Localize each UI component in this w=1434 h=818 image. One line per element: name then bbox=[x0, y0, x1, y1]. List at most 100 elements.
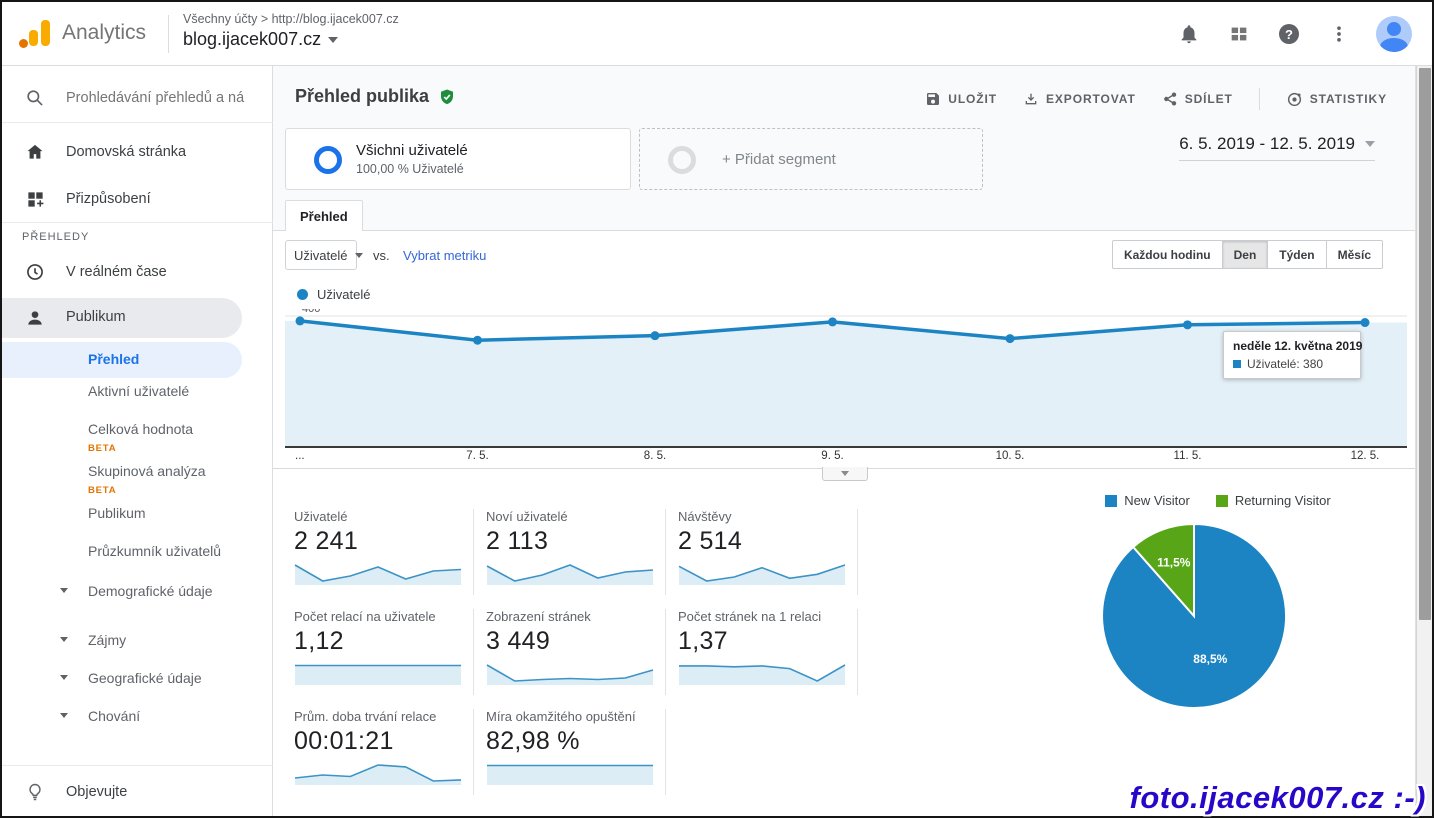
granularity-hourly-button[interactable]: Každou hodinu bbox=[1112, 240, 1223, 269]
search-input[interactable] bbox=[66, 78, 256, 118]
tooltip-value: Uživatelé: 380 bbox=[1247, 357, 1323, 371]
search-icon bbox=[24, 87, 46, 109]
sidebar-subitem[interactable]: Chování bbox=[2, 708, 242, 725]
sidebar-item-realtime[interactable]: V reálném čase bbox=[2, 252, 273, 292]
property-selector[interactable]: blog.ijacek007.cz bbox=[183, 29, 338, 50]
users-line-chart[interactable]: 200400...7. 5.8. 5.9. 5.10. 5.11. 5.12. … bbox=[285, 309, 1407, 462]
metric-card[interactable]: Návštěvy2 514 bbox=[678, 509, 858, 595]
metric-label: Míra okamžitého opuštění bbox=[486, 709, 655, 724]
pie-legend: New Visitor Returning Visitor bbox=[1043, 493, 1393, 508]
sidebar-subitem[interactable]: Geografické údaje bbox=[2, 670, 242, 687]
sidebar-subitem-label: Publikum bbox=[88, 505, 146, 521]
metric-card[interactable]: Noví uživatelé2 113 bbox=[486, 509, 666, 595]
insights-button[interactable]: STATISTIKY bbox=[1286, 91, 1387, 108]
sidebar-subitem[interactable]: Zájmy bbox=[2, 632, 242, 649]
lightbulb-icon bbox=[24, 781, 46, 803]
metric-card[interactable]: Uživatelé2 241 bbox=[294, 509, 474, 595]
save-button[interactable]: ULOŽIT bbox=[925, 91, 997, 107]
sidebar-subitem[interactable]: Průzkumník uživatelů bbox=[2, 543, 242, 560]
granularity-day-button[interactable]: Den bbox=[1222, 240, 1269, 269]
metric-select-value: Uživatelé bbox=[294, 248, 347, 263]
vertical-scrollbar bbox=[1416, 66, 1432, 816]
visitor-type-pie-chart[interactable]: 88,5%11,5% bbox=[1094, 516, 1294, 716]
sidebar-subitem[interactable]: Přehled bbox=[2, 342, 242, 378]
expand-caret-icon[interactable] bbox=[60, 675, 68, 680]
sidebar-item-label: Přizpůsobení bbox=[66, 191, 151, 207]
segment-all-users[interactable]: Všichni uživatelé 100,00 % Uživatelé bbox=[285, 128, 631, 190]
expand-caret-icon[interactable] bbox=[60, 588, 68, 593]
sidebar-item-label: V reálném čase bbox=[66, 264, 167, 280]
sidebar-subitem[interactable]: Publikum bbox=[2, 505, 242, 522]
avatar[interactable] bbox=[1376, 16, 1412, 52]
sidebar-subitem[interactable]: Aktivní uživatelé bbox=[2, 383, 242, 400]
verified-shield-icon bbox=[438, 88, 456, 106]
expand-caret-icon[interactable] bbox=[60, 713, 68, 718]
sidebar-subitem[interactable]: Skupinová analýzaBETA bbox=[2, 463, 242, 499]
sidebar-item-discover[interactable]: Objevujte bbox=[2, 772, 273, 812]
page-title: Přehled publika bbox=[295, 86, 429, 107]
product-name: Analytics bbox=[62, 21, 146, 45]
add-segment-button[interactable]: + Přidat segment bbox=[639, 128, 983, 190]
metric-card[interactable]: Zobrazení stránek3 449 bbox=[486, 609, 666, 695]
legend-returning-visitor: Returning Visitor bbox=[1216, 493, 1331, 508]
save-icon bbox=[925, 91, 941, 107]
customization-icon bbox=[24, 188, 46, 210]
sidebar-subitem-label: Zájmy bbox=[88, 632, 126, 648]
date-range-selector[interactable]: 6. 5. 2019 - 12. 5. 2019 bbox=[1179, 134, 1375, 161]
add-segment-label: + Přidat segment bbox=[722, 151, 836, 168]
svg-text:?: ? bbox=[1285, 27, 1293, 42]
search-bar[interactable] bbox=[2, 78, 273, 118]
axis-expand-button[interactable] bbox=[822, 467, 868, 481]
metric-sparkline bbox=[486, 559, 654, 585]
segment-ring-icon bbox=[314, 146, 342, 174]
chart-tooltip: neděle 12. května 2019 Uživatelé: 380 bbox=[1223, 331, 1361, 379]
metric-value: 2 514 bbox=[678, 527, 847, 556]
expand-caret-icon[interactable] bbox=[60, 637, 68, 642]
metric-card[interactable]: Počet stránek na 1 relaci1,37 bbox=[678, 609, 858, 695]
sidebar-subitem[interactable]: Celková hodnotaBETA bbox=[2, 421, 242, 457]
metric-value: 1,12 bbox=[294, 627, 463, 656]
metric-card[interactable]: Počet relací na uživatele1,12 bbox=[294, 609, 474, 695]
google-apps-grid-icon[interactable] bbox=[1226, 21, 1252, 47]
metric-card[interactable]: Prům. doba trvání relace 00:01:21 bbox=[294, 709, 474, 795]
legend-square-icon bbox=[1105, 495, 1117, 507]
share-button[interactable]: SDÍLET bbox=[1162, 91, 1233, 107]
tooltip-series-icon bbox=[1233, 360, 1241, 368]
help-icon[interactable]: ? bbox=[1276, 21, 1302, 47]
svg-text:9. 5.: 9. 5. bbox=[821, 450, 843, 462]
metric-select-dropdown[interactable]: Uživatelé bbox=[285, 240, 357, 270]
legend-label: New Visitor bbox=[1124, 493, 1190, 508]
metric-sparkline bbox=[678, 659, 846, 685]
sidebar-item-customization[interactable]: Přizpůsobení bbox=[2, 179, 273, 219]
vs-label: vs. bbox=[373, 248, 390, 263]
metric-label: Uživatelé bbox=[294, 509, 463, 524]
tab-overview[interactable]: Přehled bbox=[285, 200, 363, 231]
download-icon bbox=[1023, 91, 1039, 107]
metric-value: 82,98 % bbox=[486, 727, 655, 756]
svg-text:10. 5.: 10. 5. bbox=[996, 450, 1025, 462]
granularity-week-button[interactable]: Týden bbox=[1267, 240, 1326, 269]
segment-ring-icon bbox=[668, 146, 696, 174]
metric-card[interactable]: Míra okamžitého opuštění 82,98 % bbox=[486, 709, 666, 795]
granularity-month-button[interactable]: Měsíc bbox=[1326, 240, 1383, 269]
notifications-bell-icon[interactable] bbox=[1176, 21, 1202, 47]
segment-subtitle: 100,00 % Uživatelé bbox=[356, 162, 464, 176]
tab-strip: Přehled bbox=[273, 200, 1415, 231]
export-button[interactable]: EXPORTOVAT bbox=[1023, 91, 1136, 107]
metric-label: Prům. doba trvání relace bbox=[294, 709, 463, 724]
more-vertical-icon[interactable] bbox=[1326, 21, 1352, 47]
sidebar-item-audience[interactable]: Publikum bbox=[2, 298, 242, 338]
metric-value: 2 113 bbox=[486, 527, 655, 556]
select-metric-link[interactable]: Vybrat metriku bbox=[403, 248, 486, 263]
sidebar-subitem-label: Skupinová analýza bbox=[88, 463, 206, 479]
sidebar-subitem[interactable]: Demografické údaje bbox=[2, 583, 242, 600]
metric-value: 00:01:21 bbox=[294, 727, 463, 756]
sidebar: Domovská stránka Přizpůsobení PŘEHLEDY V… bbox=[2, 66, 273, 816]
sidebar-item-label: Objevujte bbox=[66, 784, 127, 800]
chart-legend: Uživatelé bbox=[297, 287, 370, 302]
legend-label: Uživatelé bbox=[317, 287, 370, 302]
sidebar-subitem-label: Geografické údaje bbox=[88, 670, 202, 686]
scrollbar-thumb[interactable] bbox=[1419, 68, 1431, 620]
tooltip-date: neděle 12. května 2019 bbox=[1233, 339, 1351, 353]
sidebar-item-home[interactable]: Domovská stránka bbox=[2, 132, 273, 172]
